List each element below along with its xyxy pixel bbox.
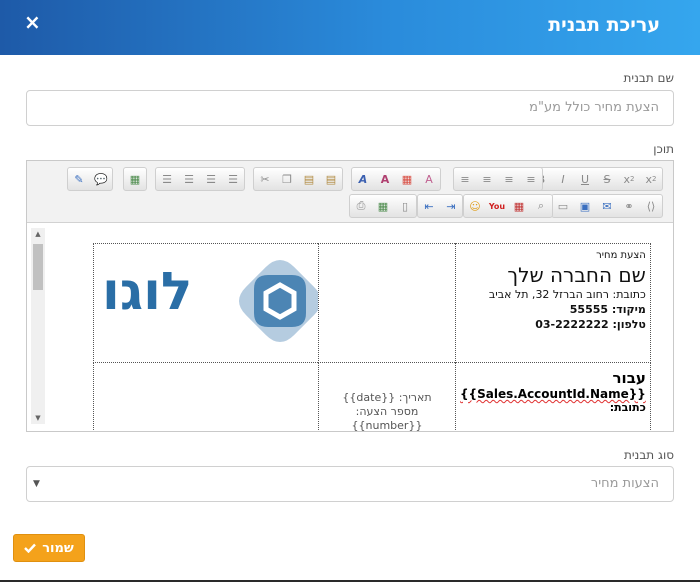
quote-number-field: {{number}} [351, 419, 423, 431]
template-table: הצעת מחיר שם החברה שלך כתובת: רחוב הברזל… [93, 243, 651, 431]
phone-line: טלפון: 03-2222222 [535, 318, 646, 331]
font-icon[interactable]: A [352, 168, 374, 190]
template-type-value: הצעות מחיר [590, 476, 659, 491]
spellcheck-icon[interactable]: ✎ [68, 168, 90, 190]
calendar-icon[interactable]: ▦ [508, 195, 530, 217]
date-cell: תאריך: {{date}} מספר הצעה: {{number}} [318, 362, 456, 431]
company-cell: הצעת מחיר שם החברה שלך כתובת: רחוב הברזל… [455, 243, 651, 363]
cut-icon[interactable]: ✂ [254, 168, 276, 190]
align-right-icon[interactable]: ≡ [498, 168, 520, 190]
text-style-group: B I U S x2 x2 [529, 167, 663, 191]
quote-number-label: מספר הצעה: [355, 405, 419, 418]
font-group: A A ▦ A [351, 167, 441, 191]
template-name-input[interactable]: הצעת מחיר כולל מע"מ [26, 90, 674, 126]
rtl-icon[interactable]: ⇤ [418, 195, 440, 217]
strikethrough-icon[interactable]: S [596, 168, 618, 190]
customer-cell: עבור {{Sales.AccountId.Name}} כתובת: [455, 362, 651, 431]
empty-cell-2 [93, 362, 319, 431]
quote-label: הצעת מחיר [596, 250, 646, 261]
source-icon[interactable]: ⟨⟩ [640, 195, 662, 217]
scroll-thumb[interactable] [33, 244, 43, 290]
comment-icon[interactable]: 💬 [90, 168, 112, 190]
paste-icon[interactable]: ▤ [298, 168, 320, 190]
clear-format-icon[interactable]: A [418, 168, 440, 190]
dropdown-arrow-icon: ▼ [33, 479, 40, 489]
customer-address-label: כתובת: [609, 401, 646, 414]
logo-text: לוגו [102, 262, 193, 322]
misc-group: ✎ 💬 [67, 167, 113, 191]
document-group: ⎙ ▦ ▯ [349, 194, 417, 218]
editor-content[interactable]: ▲ ▼ הצעת מחיר שם החברה שלך כתובת: רחוב ה… [27, 224, 673, 431]
save-button[interactable]: שמור [13, 534, 85, 562]
for-label: עבור [612, 369, 646, 387]
youtube-icon[interactable]: You [486, 195, 508, 217]
dialog-title: עריכת תבנית [548, 14, 660, 36]
superscript-icon[interactable]: x2 [640, 168, 662, 190]
numbered-list-icon[interactable]: ☰ [156, 168, 178, 190]
close-icon[interactable]: × [24, 12, 41, 32]
underline-icon[interactable]: U [574, 168, 596, 190]
company-name: שם החברה שלך [507, 263, 646, 287]
empty-cell [318, 243, 456, 363]
address-line: כתובת: רחוב הברזל 32, תל אביב [488, 288, 646, 301]
search-icon[interactable]: ⌕ [530, 195, 552, 217]
font-size-icon[interactable]: A [374, 168, 396, 190]
rich-text-editor[interactable]: B I U S x2 x2 ≡ ≡ ≡ ≡ A A ▦ A ✂ ❐ ▤ ▤ ☰ … [26, 160, 674, 432]
direction-group: ⇤ ⇥ [417, 194, 463, 218]
bullet-list-icon[interactable]: ☰ [178, 168, 200, 190]
template-type-label: סוג תבנית [623, 448, 674, 462]
horizontal-rule-icon[interactable]: ▭ [552, 195, 574, 217]
image-icon[interactable]: ▣ [574, 195, 596, 217]
align-left-icon[interactable]: ≡ [454, 168, 476, 190]
ltr-icon[interactable]: ⇥ [440, 195, 462, 217]
template-type-select[interactable]: הצעות מחיר ▼ [26, 466, 674, 502]
scroll-up-icon[interactable]: ▲ [31, 228, 45, 240]
media-group: ☺ You ▦ ⌕ [463, 194, 553, 218]
list-group: ☰ ☰ ☰ ☰ [155, 167, 245, 191]
content-label: תוכן [653, 142, 674, 156]
align-justify-icon[interactable]: ≡ [520, 168, 542, 190]
print-icon[interactable]: ⎙ [350, 195, 372, 217]
editor-toolbar: B I U S x2 x2 ≡ ≡ ≡ ≡ A A ▦ A ✂ ❐ ▤ ▤ ☰ … [27, 161, 673, 223]
color-palette-icon[interactable]: ▦ [396, 168, 418, 190]
check-icon [24, 543, 37, 553]
vertical-scrollbar[interactable]: ▲ ▼ [31, 228, 45, 424]
subscript-icon[interactable]: x2 [618, 168, 640, 190]
indent-icon[interactable]: ☰ [222, 168, 244, 190]
paste-text-icon[interactable]: ▤ [320, 168, 342, 190]
align-group: ≡ ≡ ≡ ≡ [453, 167, 543, 191]
insert-table-icon[interactable]: ▦ [124, 168, 146, 190]
italic-icon[interactable]: I [552, 168, 574, 190]
clipboard-group: ✂ ❐ ▤ ▤ [253, 167, 343, 191]
link-icon[interactable]: ⚭ [618, 195, 640, 217]
new-page-icon[interactable]: ▯ [394, 195, 416, 217]
scroll-down-icon[interactable]: ▼ [31, 412, 45, 424]
align-center-icon[interactable]: ≡ [476, 168, 498, 190]
logo-cell: לוגו [93, 243, 322, 363]
date-line: תאריך: {{date}} [342, 391, 432, 404]
save-label: שמור [42, 540, 74, 556]
table-group: ▦ [123, 167, 147, 191]
emoji-icon[interactable]: ☺ [464, 195, 486, 217]
zip-line: מיקוד: 55555 [569, 303, 646, 316]
templates-icon[interactable]: ▦ [372, 195, 394, 217]
insert-group: ▭ ▣ ✉ ⚭ ⟨⟩ [551, 194, 663, 218]
copy-icon[interactable]: ❐ [276, 168, 298, 190]
template-name-label: שם תבנית [623, 71, 674, 85]
email-icon[interactable]: ✉ [596, 195, 618, 217]
dialog-header: עריכת תבנית × [0, 0, 700, 55]
outdent-icon[interactable]: ☰ [200, 168, 222, 190]
account-field: {{Sales.AccountId.Name}} [460, 387, 646, 401]
